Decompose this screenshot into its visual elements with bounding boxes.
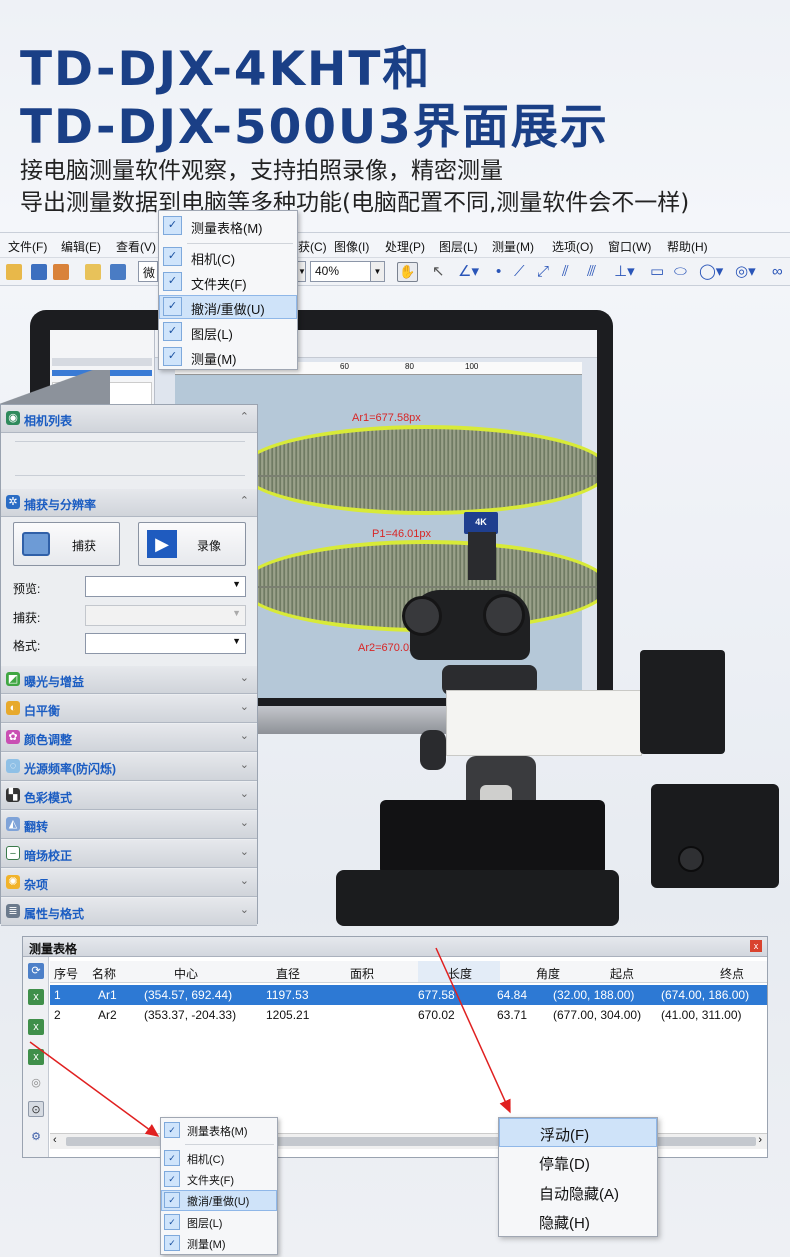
menu-item-float[interactable]: 浮动(F) xyxy=(499,1118,657,1147)
menu-item-camera[interactable]: ✓ 相机(C) xyxy=(161,1148,277,1168)
menu-item-undo-redo[interactable]: ✓ 撤消/重做(U) xyxy=(161,1190,277,1211)
check-icon: ✓ xyxy=(164,1171,180,1187)
arrow-to-bottom-menu xyxy=(29,1041,160,1137)
check-icon: ✓ xyxy=(164,1192,180,1208)
dock-context-menu: 浮动(F) 停靠(D) 自动隐藏(A) 隐藏(H) xyxy=(498,1117,658,1237)
arrow-to-float-menu xyxy=(435,947,511,1114)
menu-item-folder[interactable]: ✓ 文件夹(F) xyxy=(161,1169,277,1189)
check-icon: ✓ xyxy=(164,1150,180,1166)
check-icon: ✓ xyxy=(164,1214,180,1230)
menu-item-auto-hide[interactable]: 自动隐藏(A) xyxy=(499,1178,657,1207)
menu-item-measure-table[interactable]: ✓ 测量表格(M) xyxy=(161,1120,277,1140)
bottom-view-menu: ✓ 测量表格(M) ✓ 相机(C) ✓ 文件夹(F) ✓ 撤消/重做(U) ✓ … xyxy=(160,1117,278,1255)
menu-item-hide[interactable]: 隐藏(H) xyxy=(499,1207,657,1236)
annotation-arrows xyxy=(29,947,511,1137)
check-icon: ✓ xyxy=(164,1235,180,1251)
menu-item-measure[interactable]: ✓ 测量(M) xyxy=(161,1233,277,1253)
menu-item-layer[interactable]: ✓ 图层(L) xyxy=(161,1212,277,1232)
menu-item-dock[interactable]: 停靠(D) xyxy=(499,1148,657,1177)
check-icon: ✓ xyxy=(164,1122,180,1138)
